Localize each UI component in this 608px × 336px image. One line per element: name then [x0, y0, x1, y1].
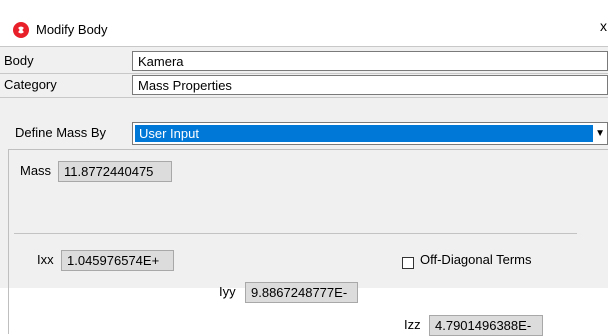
body-name-field[interactable]: Kamera: [132, 51, 608, 71]
properties-panel: Body Kamera Category Mass Properties Def…: [0, 46, 608, 336]
row-divider: [0, 73, 608, 74]
mass-field: 11.8772440475: [58, 161, 172, 182]
category-field[interactable]: Mass Properties: [132, 75, 608, 95]
close-icon[interactable]: x: [600, 18, 607, 34]
define-mass-dropdown[interactable]: User Input ▼: [132, 122, 608, 145]
izz-label: Izz: [404, 317, 421, 332]
category-label: Category: [4, 77, 57, 92]
window-title: Modify Body: [36, 22, 108, 37]
off-diagonal-label[interactable]: Off-Diagonal Terms: [420, 252, 532, 267]
row-divider: [0, 97, 608, 98]
iyy-field: 9.8867248777E-: [245, 282, 358, 303]
title-bar: Modify Body x: [0, 0, 608, 46]
ixx-field: 1.045976574E+: [61, 250, 174, 271]
mass-label: Mass: [20, 163, 52, 178]
off-diagonal-checkbox[interactable]: [402, 257, 414, 269]
chevron-down-icon[interactable]: ▼: [595, 128, 605, 139]
izz-field: 4.7901496388E-: [429, 315, 543, 336]
ixx-label: Ixx: [37, 252, 54, 267]
body-label: Body: [4, 53, 34, 68]
define-mass-label: Define Mass By: [15, 125, 107, 140]
app-logo-icon: [13, 22, 29, 38]
define-mass-selected[interactable]: User Input: [135, 125, 593, 142]
iyy-label: Iyy: [219, 284, 236, 299]
separator-line: [14, 233, 577, 234]
